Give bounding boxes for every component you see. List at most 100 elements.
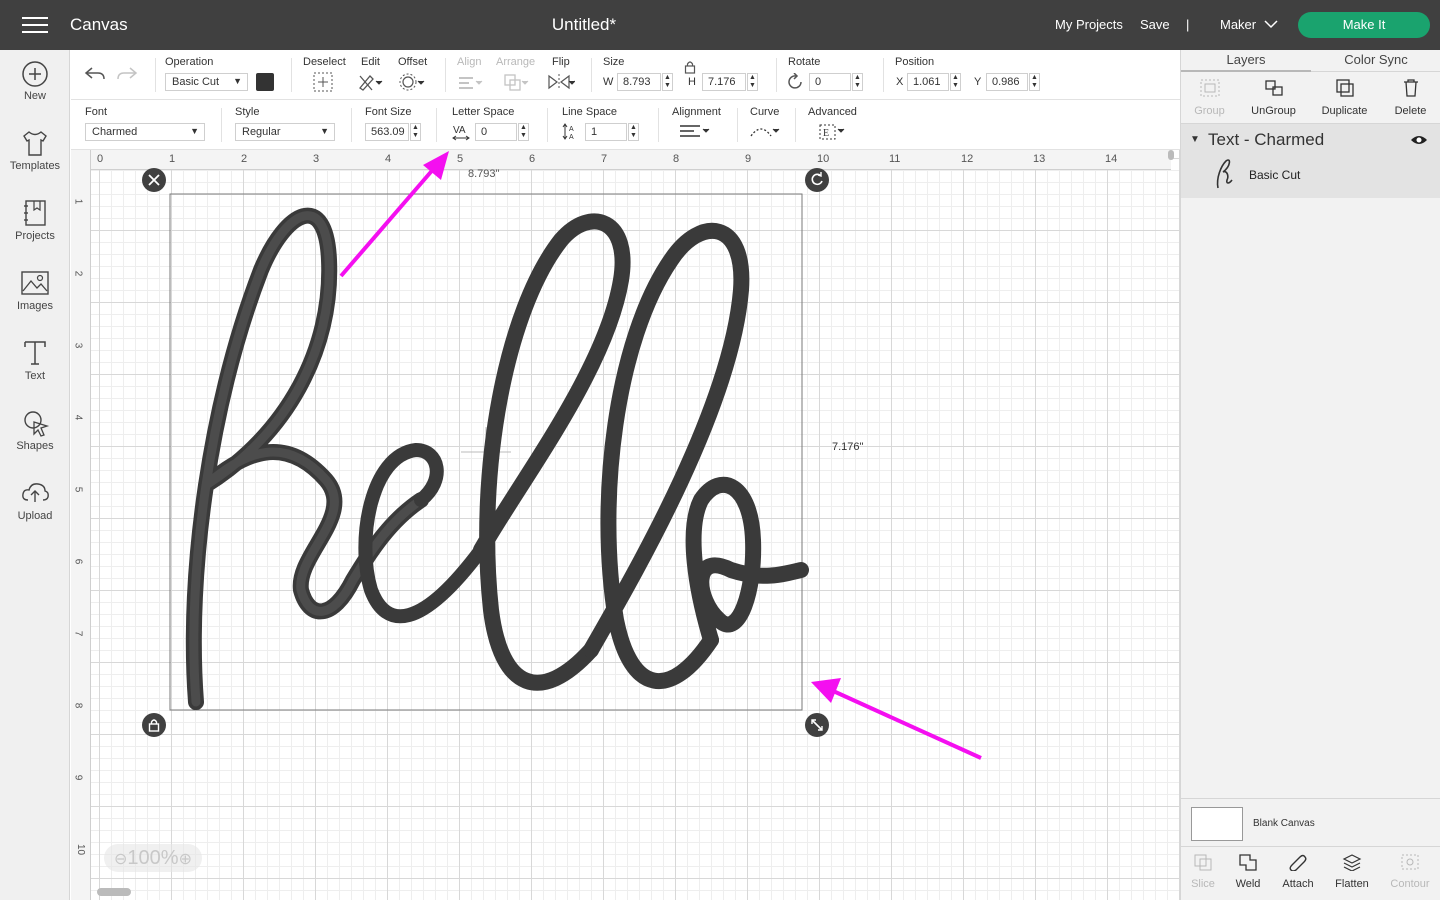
line-space-stepper[interactable]: ▲ ▼ [628, 123, 639, 141]
chevron-down-icon[interactable] [1264, 20, 1278, 29]
plus-circle-icon [22, 61, 48, 87]
font-select[interactable]: Charmed ▼ [85, 123, 205, 141]
flatten-label: Flatten [1335, 878, 1369, 890]
operation-value: Basic Cut [172, 76, 220, 88]
sidebar-item-images[interactable]: Images [0, 268, 70, 312]
eye-icon[interactable] [1410, 134, 1428, 146]
letter-o [685, 476, 809, 648]
save-button[interactable]: Save [1140, 17, 1170, 32]
zoom-control[interactable]: ⊖100%⊕ [104, 844, 202, 872]
rotate-input[interactable]: 0 [809, 73, 851, 91]
sidebar-item-upload[interactable]: Upload [0, 478, 70, 522]
lock-handle[interactable] [141, 712, 167, 738]
offset-icon[interactable] [399, 72, 425, 92]
flatten-button[interactable]: Flatten [1325, 853, 1379, 890]
edit-icon[interactable] [357, 72, 383, 92]
x-position-stepper[interactable]: ▲ ▼ [950, 73, 961, 91]
sidebar-item-shapes[interactable]: Shapes [0, 408, 70, 452]
y-position-stepper[interactable]: ▲ ▼ [1029, 73, 1040, 91]
alignment-icon[interactable] [679, 124, 713, 140]
deselect-icon[interactable] [313, 72, 333, 92]
curve-icon[interactable] [749, 124, 781, 140]
delete-button[interactable]: Delete [1378, 78, 1440, 117]
shapes-icon [24, 411, 50, 437]
undo-icon[interactable] [84, 65, 106, 83]
style-select[interactable]: Regular ▼ [235, 123, 335, 141]
layer-thumbnail [1216, 159, 1233, 189]
collapse-triangle-icon[interactable]: ▼ [1190, 134, 1200, 145]
zoom-in-icon[interactable]: ⊕ [179, 851, 192, 868]
contour-icon [1401, 854, 1419, 870]
blank-canvas-row[interactable]: Blank Canvas [1181, 798, 1440, 846]
y-position-input[interactable]: 0.986 [986, 73, 1028, 91]
arrange-icon[interactable] [503, 72, 529, 92]
x-position-input[interactable]: 1.061 [907, 73, 949, 91]
sidebar-item-text[interactable]: Text [0, 338, 70, 382]
sidebar-item-label: Upload [17, 510, 53, 522]
flip-icon[interactable] [547, 72, 575, 92]
line-space-icon: A A [562, 123, 574, 141]
paperclip-icon [1289, 854, 1307, 872]
upload-icon [22, 483, 49, 502]
svg-text:E: E [823, 128, 829, 139]
toolbar-divider [351, 108, 352, 142]
resize-handle[interactable] [804, 712, 830, 738]
rotate-stepper[interactable]: ▲ ▼ [852, 73, 863, 91]
sidebar-item-label: Text [24, 370, 46, 382]
height-stepper[interactable]: ▲ ▼ [747, 73, 758, 91]
design-layer [169, 151, 982, 760]
sidebar-item-projects[interactable]: Projects [0, 198, 70, 242]
blank-canvas-swatch[interactable] [1191, 807, 1243, 841]
operation-label: Operation [165, 56, 214, 68]
letter-space-input[interactable]: 0 [475, 123, 517, 141]
ungroup-button[interactable]: UnGroup [1241, 78, 1306, 117]
zoom-out-icon[interactable]: ⊖ [114, 851, 127, 868]
line-space-input[interactable]: 1 [585, 123, 627, 141]
color-swatch[interactable] [256, 73, 274, 91]
height-input[interactable]: 7.176 [702, 73, 746, 91]
align-icon[interactable] [457, 72, 483, 92]
rotate-handle[interactable] [804, 167, 830, 193]
group-button[interactable]: Group [1177, 78, 1242, 117]
duplicate-button[interactable]: Duplicate [1312, 78, 1377, 117]
edit-label: Edit [361, 56, 380, 68]
style-label: Style [235, 106, 260, 118]
x-label: X [896, 76, 904, 88]
tab-layers[interactable]: Layers [1181, 50, 1311, 72]
y-label: Y [974, 76, 982, 88]
edit-toolbar: Operation Basic Cut ▼ Deselect Edit Offse… [71, 50, 1180, 100]
align-label: Align [457, 56, 482, 68]
attach-button[interactable]: Attach [1271, 853, 1325, 890]
font-label: Font [85, 106, 108, 118]
attach-label: Attach [1282, 878, 1314, 890]
design-canvas[interactable]: 0 1 2 3 4 5 6 7 8 9 10 11 12 13 14 1 2 3 4 5 6 7 8 9 10 [71, 150, 1180, 900]
tab-color-sync[interactable]: Color Sync [1311, 50, 1440, 72]
layer-group[interactable]: ▼ Text - Charmed Basic Cut [1181, 123, 1440, 198]
my-projects-link[interactable]: My Projects [1055, 17, 1123, 32]
group-icon [1200, 79, 1219, 97]
delete-handle[interactable] [141, 167, 167, 193]
width-input[interactable]: 8.793 [617, 73, 661, 91]
width-dimension: 8.793" [468, 168, 500, 180]
rotate-label: Rotate [788, 56, 821, 68]
letter-space-label: Letter Space [452, 106, 515, 118]
hello-text-object[interactable] [185, 207, 809, 710]
sidebar-item-templates[interactable]: Templates [0, 128, 70, 172]
contour-button[interactable]: Contour [1383, 853, 1437, 890]
width-stepper[interactable]: ▲ ▼ [662, 73, 673, 91]
deselect-label: Deselect [303, 56, 346, 68]
make-it-button[interactable]: Make It [1298, 12, 1430, 38]
machine-select[interactable]: Maker [1220, 17, 1256, 32]
advanced-icon[interactable]: E [818, 124, 846, 140]
redo-icon[interactable] [116, 65, 138, 83]
weld-button[interactable]: Weld [1221, 853, 1275, 890]
letter-space-stepper[interactable]: ▲ ▼ [518, 123, 529, 141]
font-value: Charmed [92, 126, 138, 138]
sidebar-item-new[interactable]: New [0, 60, 70, 102]
font-size-stepper[interactable]: ▲ ▼ [410, 123, 421, 141]
font-size-input[interactable]: 563.09 [365, 123, 409, 141]
font-size-label: Font Size [365, 106, 412, 118]
advanced-label: Advanced [808, 106, 857, 118]
operation-select[interactable]: Basic Cut ▼ [165, 73, 248, 91]
lock-icon[interactable] [684, 60, 696, 74]
